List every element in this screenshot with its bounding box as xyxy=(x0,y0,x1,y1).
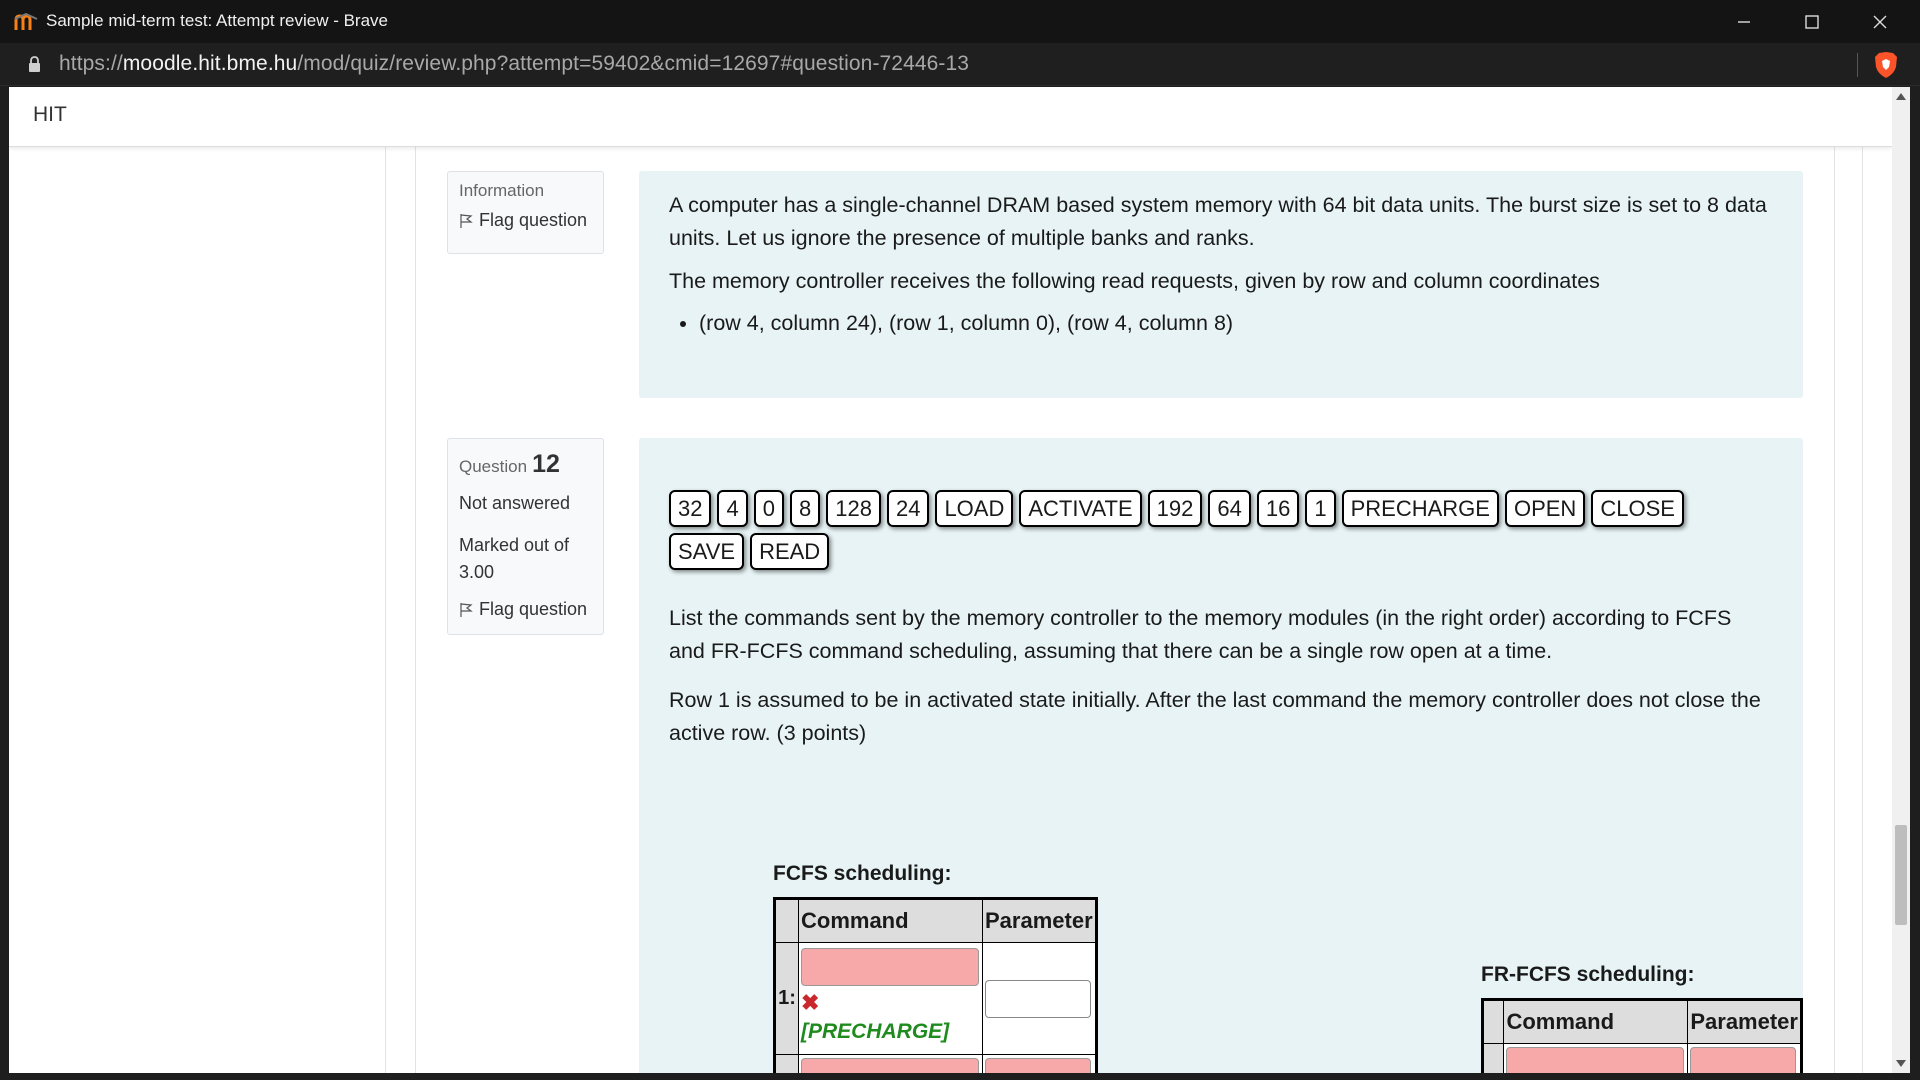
maximize-icon xyxy=(1805,14,1819,29)
correct-answer: [PRECHARGE] xyxy=(801,1020,950,1044)
window-frame xyxy=(0,1073,1920,1080)
url-path: /mod/quiz/review.php?attempt=59402&cmid=… xyxy=(297,52,970,75)
info-paragraph: The memory controller receives the follo… xyxy=(669,268,1600,293)
flag-label: Flag question xyxy=(479,210,588,230)
top-navbar: HIT xyxy=(9,87,1892,147)
vertical-scrollbar[interactable] xyxy=(1892,87,1910,1073)
parameter-drop-zone[interactable] xyxy=(1690,1047,1797,1073)
window-titlebar: Sample mid-term test: Attempt review - B… xyxy=(0,0,1920,43)
close-window-button[interactable] xyxy=(1846,0,1914,43)
divider xyxy=(1834,147,1835,1073)
drag-choice[interactable]: 128 xyxy=(826,490,881,527)
drag-choice[interactable]: 32 xyxy=(669,490,712,527)
drag-choice[interactable]: SAVE xyxy=(669,533,745,570)
request-list: (row 4, column 24), (row 1, column 0), (… xyxy=(669,307,1773,340)
flag-icon xyxy=(460,213,473,228)
parameter-cell xyxy=(982,1054,1097,1073)
drag-choice[interactable]: 1 xyxy=(1305,490,1336,527)
info-content: A computer has a single-channel DRAM bas… xyxy=(639,171,1803,398)
command-drop-zone[interactable] xyxy=(801,948,979,987)
fcfs-table: Command Parameter 1: ✖ [PRECHARGE] xyxy=(773,897,1098,1073)
drag-choice[interactable]: 192 xyxy=(1147,490,1203,527)
fcfs-heading: FCFS scheduling: xyxy=(773,862,952,885)
drag-choices: 32 4 0 8 128 24 LOAD ACTIVATE 192 64 16 1 PRECHARGE O… xyxy=(669,490,1769,576)
flag-question-link[interactable]: Flag question xyxy=(459,599,587,620)
maximize-button[interactable] xyxy=(1778,0,1846,43)
question-state: Not answered xyxy=(459,493,571,513)
site-brand[interactable]: HIT xyxy=(33,103,67,127)
frfcfs-heading: FR-FCFS scheduling: xyxy=(1481,963,1695,986)
drag-choice[interactable]: LOAD xyxy=(935,490,1014,527)
command-cell xyxy=(1503,1043,1689,1073)
flag-label: Flag question xyxy=(479,599,588,619)
question-grade: Marked out of 3.00 xyxy=(459,535,570,582)
drag-choice[interactable]: 24 xyxy=(886,490,930,527)
row-number xyxy=(1481,1043,1505,1073)
drag-choice[interactable]: 64 xyxy=(1208,490,1251,527)
moodle-icon xyxy=(14,13,38,30)
scroll-up-icon[interactable] xyxy=(1896,93,1906,100)
flag-question-link[interactable]: Flag question xyxy=(459,210,587,231)
drag-choice[interactable]: 4 xyxy=(717,490,748,527)
drag-choice[interactable]: OPEN xyxy=(1504,490,1586,527)
list-item: (row 4, column 24), (row 1, column 0), (… xyxy=(699,307,1773,340)
parameter-drop-zone[interactable] xyxy=(985,1058,1091,1073)
address-bar: https://moodle.hit.bme.hu/mod/quiz/revie… xyxy=(0,43,1920,86)
question-text: List the commands sent by the memory con… xyxy=(669,606,1732,664)
question-prefix: Question xyxy=(459,457,528,476)
command-cell: ✖ [PRECHARGE] xyxy=(798,942,983,1056)
question-content: 32 4 0 8 128 24 LOAD ACTIVATE 192 64 16 1 PRECHARGE O… xyxy=(639,438,1803,1073)
command-drop-zone[interactable] xyxy=(801,1058,979,1073)
divider xyxy=(385,147,386,1073)
brave-shields-icon[interactable] xyxy=(1873,51,1899,79)
drag-choice[interactable]: 16 xyxy=(1256,490,1300,527)
info-label: Information xyxy=(459,181,545,200)
row-number: 1: xyxy=(774,942,799,1056)
drag-choice[interactable]: PRECHARGE xyxy=(1341,490,1499,527)
command-drop-zone[interactable] xyxy=(1506,1047,1685,1073)
window-title: Sample mid-term test: Attempt review - B… xyxy=(46,11,388,30)
url-domain: moodle.hit.bme.hu xyxy=(122,52,298,75)
info-sidebar: Information Flag question xyxy=(447,171,604,254)
window-frame xyxy=(1910,87,1920,1073)
question-text: Row 1 is assumed to be in activated stat… xyxy=(669,688,1761,746)
drag-choice[interactable]: 0 xyxy=(753,490,784,527)
drag-choice[interactable]: CLOSE xyxy=(1591,490,1684,527)
question-number: Question 12 xyxy=(459,450,560,479)
parameter-cell xyxy=(1687,1043,1802,1073)
parameter-drop-zone[interactable] xyxy=(985,979,1091,1018)
drag-choice[interactable]: READ xyxy=(750,533,830,570)
frfcfs-table: Command Parameter xyxy=(1481,998,1803,1073)
column-header: Command xyxy=(798,897,983,944)
url-field[interactable]: https://moodle.hit.bme.hu/mod/quiz/revie… xyxy=(59,52,969,76)
close-icon xyxy=(1873,15,1887,28)
incorrect-icon: ✖ xyxy=(801,990,820,1016)
scroll-down-icon[interactable] xyxy=(1896,1060,1906,1067)
minimize-button[interactable] xyxy=(1710,0,1778,43)
flag-icon xyxy=(460,602,473,617)
url-scheme: https:// xyxy=(59,52,123,75)
lock-icon xyxy=(29,56,40,72)
column-header: Parameter xyxy=(982,897,1097,944)
page-viewport: HIT Information Flag question A computer… xyxy=(9,87,1892,1073)
drag-choice[interactable]: 8 xyxy=(789,490,821,527)
divider xyxy=(1862,147,1863,1073)
table-corner xyxy=(774,897,799,944)
parameter-cell xyxy=(982,942,1097,1056)
minimize-icon xyxy=(1738,20,1750,23)
table-corner xyxy=(1481,998,1505,1045)
command-cell xyxy=(798,1054,983,1073)
question-number-value: 12 xyxy=(532,450,560,478)
scrollbar-thumb[interactable] xyxy=(1895,825,1907,925)
row-number xyxy=(774,1054,799,1073)
drag-choice[interactable]: ACTIVATE xyxy=(1019,490,1142,527)
question-info-sidebar: Question 12 Not answered Marked out of 3… xyxy=(447,438,604,635)
info-paragraph: A computer has a single-channel DRAM bas… xyxy=(669,193,1767,251)
column-header: Command xyxy=(1503,998,1689,1045)
address-divider xyxy=(1857,53,1858,77)
column-header: Parameter xyxy=(1687,998,1802,1045)
divider xyxy=(415,147,416,1073)
